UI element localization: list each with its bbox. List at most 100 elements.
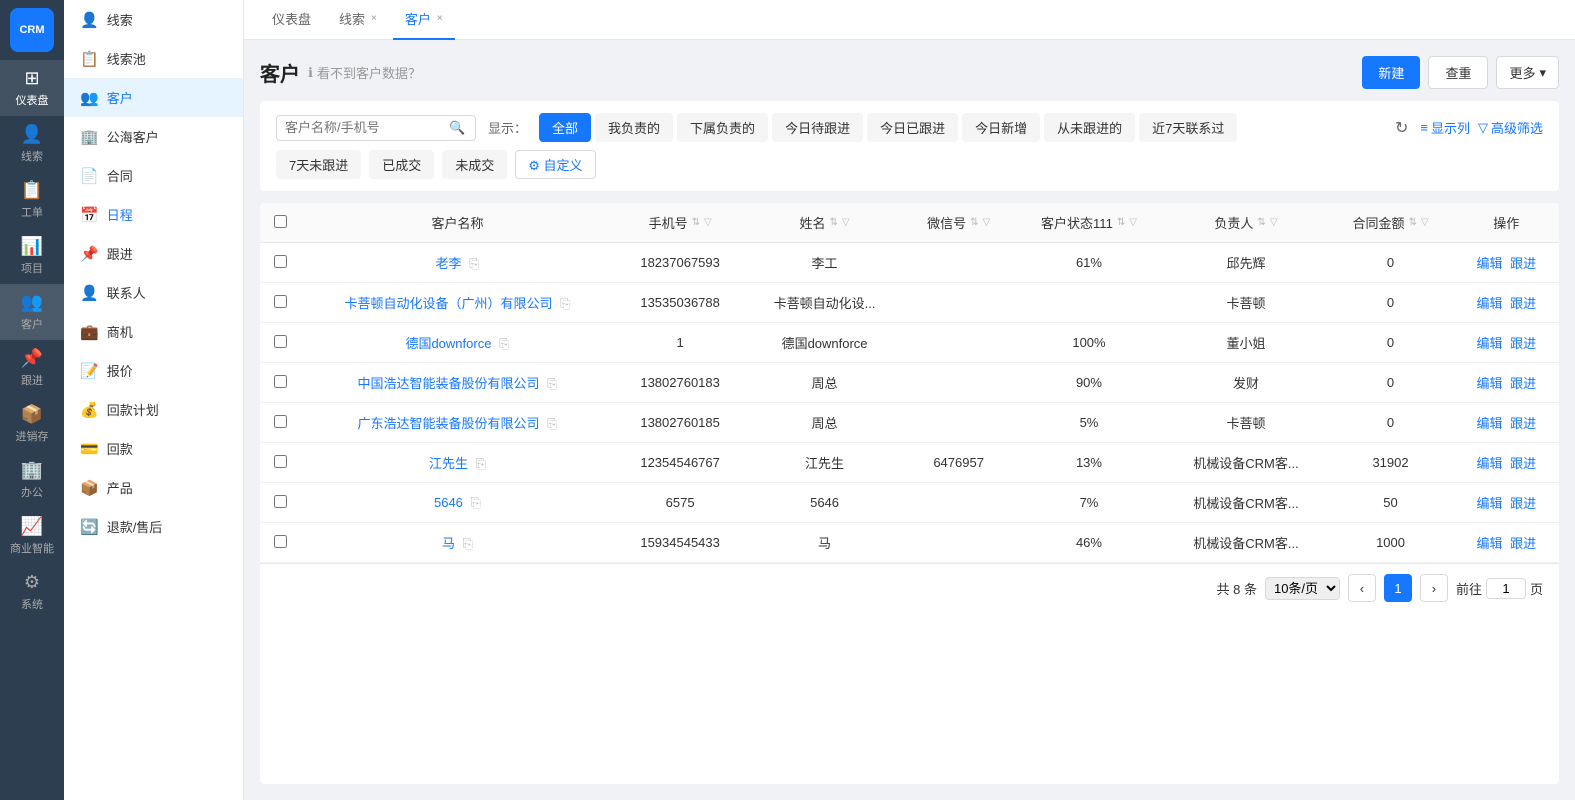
edit-btn-1[interactable]: 编辑: [1476, 296, 1502, 311]
dedup-button[interactable]: 查重: [1428, 56, 1488, 89]
nav-inventory[interactable]: 📦 进销存: [0, 396, 64, 452]
follow-btn-3[interactable]: 跟进: [1510, 376, 1536, 391]
row-select-2[interactable]: [274, 335, 287, 348]
new-button[interactable]: 新建: [1362, 56, 1420, 89]
follow-btn-1[interactable]: 跟进: [1510, 296, 1536, 311]
sidebar-item-opportunities[interactable]: 💼 商机: [64, 312, 243, 351]
filter-tab-custom[interactable]: ⚙ 自定义: [515, 150, 595, 179]
status-sort-icon[interactable]: ⇅: [1117, 217, 1125, 228]
filter-tab-not-closed[interactable]: 未成交: [442, 150, 507, 179]
customer-name-link-7[interactable]: 马: [442, 536, 455, 551]
search-input[interactable]: [285, 120, 445, 135]
follow-btn-2[interactable]: 跟进: [1510, 336, 1536, 351]
sidebar-item-returns[interactable]: 🔄 退款/售后: [64, 507, 243, 546]
copy-icon-2[interactable]: ⎘: [499, 336, 509, 351]
wechat-filter-icon[interactable]: ▽: [983, 217, 991, 228]
customer-name-link-1[interactable]: 卡菩顿自动化设备（广州）有限公司: [344, 296, 552, 311]
row-select-3[interactable]: [274, 375, 287, 388]
nav-dashboard[interactable]: ⊞ 仪表盘: [0, 60, 64, 116]
nav-bi[interactable]: 📈 商业智能: [0, 508, 64, 564]
sidebar-item-leads[interactable]: 👤 线索: [64, 0, 243, 39]
edit-btn-2[interactable]: 编辑: [1476, 336, 1502, 351]
row-select-6[interactable]: [274, 495, 287, 508]
sidebar-item-payments[interactable]: 💳 回款: [64, 429, 243, 468]
refresh-button[interactable]: ↻: [1391, 114, 1412, 142]
filter-tab-7days-contact[interactable]: 近7天联系过: [1139, 113, 1237, 142]
follow-btn-4[interactable]: 跟进: [1510, 416, 1536, 431]
contact-sort-icon[interactable]: ⇅: [830, 217, 838, 228]
filter-tab-subordinate[interactable]: 下属负责的: [677, 113, 768, 142]
filter-tab-never-followed[interactable]: 从未跟进的: [1044, 113, 1135, 142]
row-select-0[interactable]: [274, 255, 287, 268]
sidebar-item-schedule[interactable]: 📅 日程: [64, 195, 243, 234]
row-select-4[interactable]: [274, 415, 287, 428]
amount-filter-icon[interactable]: ▽: [1421, 217, 1429, 228]
columns-button[interactable]: ≡ 显示列: [1420, 118, 1470, 137]
filter-tab-closed[interactable]: 已成交: [369, 150, 434, 179]
tab-customers[interactable]: 客户 ×: [393, 0, 455, 40]
copy-icon-7[interactable]: ⎘: [463, 536, 473, 551]
sidebar-item-payment-plan[interactable]: 💰 回款计划: [64, 390, 243, 429]
copy-icon-6[interactable]: ⎘: [471, 495, 481, 510]
edit-btn-0[interactable]: 编辑: [1476, 256, 1502, 271]
per-page-select[interactable]: 10条/页 20条/页 50条/页: [1265, 577, 1340, 600]
sidebar-item-customers[interactable]: 👥 客户: [64, 78, 243, 117]
tab-customers-close[interactable]: ×: [437, 13, 443, 24]
phone-sort-icon[interactable]: ⇅: [692, 217, 700, 228]
copy-icon-0[interactable]: ⎘: [469, 256, 479, 271]
filter-tab-today-followed[interactable]: 今日已跟进: [867, 113, 958, 142]
next-page-btn[interactable]: ›: [1420, 574, 1448, 602]
filter-tab-today-pending[interactable]: 今日待跟进: [772, 113, 863, 142]
follow-btn-6[interactable]: 跟进: [1510, 496, 1536, 511]
edit-btn-6[interactable]: 编辑: [1476, 496, 1502, 511]
customer-name-link-6[interactable]: 5646: [434, 495, 463, 510]
sidebar-item-quotations[interactable]: 📝 报价: [64, 351, 243, 390]
nav-office[interactable]: 🏢 办公: [0, 452, 64, 508]
goto-input[interactable]: [1486, 578, 1526, 599]
sidebar-item-lead-pool[interactable]: 📋 线索池: [64, 39, 243, 78]
tab-leads-close[interactable]: ×: [371, 13, 377, 24]
page-1-btn[interactable]: 1: [1384, 574, 1412, 602]
amount-sort-icon[interactable]: ⇅: [1408, 217, 1416, 228]
sidebar-item-products[interactable]: 📦 产品: [64, 468, 243, 507]
more-button[interactable]: 更多 ▾: [1496, 56, 1559, 89]
tab-leads[interactable]: 线索 ×: [327, 0, 389, 40]
edit-btn-4[interactable]: 编辑: [1476, 416, 1502, 431]
follow-btn-5[interactable]: 跟进: [1510, 456, 1536, 471]
copy-icon-3[interactable]: ⎘: [547, 376, 557, 391]
edit-btn-5[interactable]: 编辑: [1476, 456, 1502, 471]
tab-dashboard[interactable]: 仪表盘: [260, 0, 323, 40]
row-select-5[interactable]: [274, 455, 287, 468]
select-all-checkbox[interactable]: [274, 215, 287, 228]
row-select-1[interactable]: [274, 295, 287, 308]
customer-name-link-5[interactable]: 江先生: [429, 456, 468, 471]
edit-btn-7[interactable]: 编辑: [1476, 536, 1502, 551]
nav-tracking[interactable]: 📌 跟进: [0, 340, 64, 396]
filter-tab-7days-no-follow[interactable]: 7天未跟进: [276, 150, 361, 179]
nav-projects[interactable]: 📊 项目: [0, 228, 64, 284]
follow-btn-0[interactable]: 跟进: [1510, 256, 1536, 271]
filter-tab-mine[interactable]: 我负责的: [595, 113, 673, 142]
prev-page-btn[interactable]: ‹: [1348, 574, 1376, 602]
customer-name-link-3[interactable]: 中国浩达智能装备股份有限公司: [357, 376, 539, 391]
customer-name-link-2[interactable]: 德国downforce: [405, 336, 491, 351]
contact-filter-icon[interactable]: ▽: [842, 217, 850, 228]
customer-name-link-0[interactable]: 老李: [435, 256, 461, 271]
phone-filter-icon[interactable]: ▽: [704, 217, 712, 228]
follow-btn-7[interactable]: 跟进: [1510, 536, 1536, 551]
edit-btn-3[interactable]: 编辑: [1476, 376, 1502, 391]
sidebar-item-public-customers[interactable]: 🏢 公海客户: [64, 117, 243, 156]
status-filter-icon[interactable]: ▽: [1129, 217, 1137, 228]
wechat-sort-icon[interactable]: ⇅: [970, 217, 978, 228]
nav-orders[interactable]: 📋 工单: [0, 172, 64, 228]
nav-system[interactable]: ⚙ 系统: [0, 564, 64, 620]
search-box[interactable]: 🔍: [276, 115, 476, 141]
filter-tab-all[interactable]: 全部: [539, 113, 591, 142]
customer-name-link-4[interactable]: 广东浩达智能装备股份有限公司: [357, 416, 539, 431]
copy-icon-5[interactable]: ⎘: [476, 456, 486, 471]
copy-icon-1[interactable]: ⎘: [560, 296, 570, 311]
sidebar-item-contracts[interactable]: 📄 合同: [64, 156, 243, 195]
advanced-filter-button[interactable]: ▽ 高级筛选: [1478, 118, 1543, 137]
row-select-7[interactable]: [274, 535, 287, 548]
nav-customers[interactable]: 👥 客户: [0, 284, 64, 340]
